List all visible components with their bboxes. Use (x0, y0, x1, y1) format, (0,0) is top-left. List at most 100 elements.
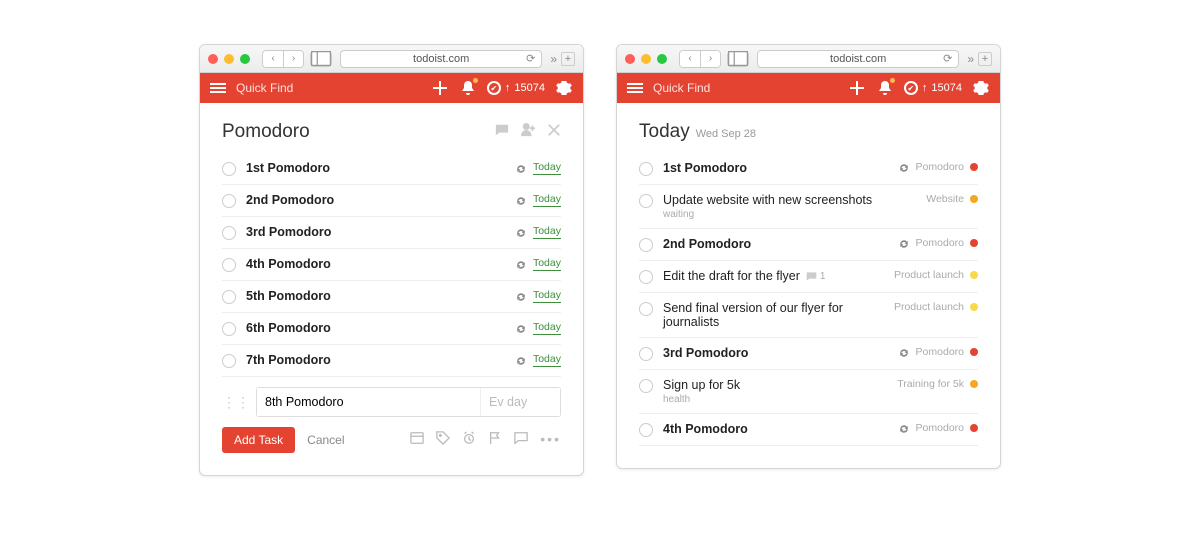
task-checkbox[interactable] (639, 270, 653, 284)
notifications-icon[interactable] (876, 79, 894, 97)
task-date[interactable]: Today (533, 257, 561, 271)
task-checkbox[interactable] (222, 290, 236, 304)
add-task-icon[interactable] (431, 79, 449, 97)
project-color-dot (970, 380, 978, 388)
karma-value: 15074 (514, 82, 545, 94)
priority-icon[interactable] (488, 431, 502, 450)
minimize-window-icon[interactable] (641, 54, 651, 64)
task-date[interactable]: Today (533, 225, 561, 239)
add-task-icon[interactable] (848, 79, 866, 97)
reload-icon[interactable]: ⟳ (943, 52, 952, 65)
task-date-input[interactable] (480, 388, 560, 416)
editor-actions: Add Task Cancel ••• (222, 427, 561, 453)
comment-icon[interactable] (514, 431, 528, 450)
minimize-window-icon[interactable] (224, 54, 234, 64)
task-row[interactable]: 2nd PomodoroPomodoro (639, 229, 978, 261)
maximize-window-icon[interactable] (657, 54, 667, 64)
task-checkbox[interactable] (222, 194, 236, 208)
task-row[interactable]: 1st PomodoroToday (222, 153, 561, 185)
search-input[interactable]: Quick Find (236, 81, 293, 95)
task-row[interactable]: 2nd PomodoroToday (222, 185, 561, 217)
search-input[interactable]: Quick Find (653, 81, 710, 95)
forward-button[interactable]: › (700, 51, 720, 67)
task-checkbox[interactable] (639, 162, 653, 176)
task-date[interactable]: Today (533, 321, 561, 335)
task-date[interactable]: Today (533, 353, 561, 367)
task-row[interactable]: 6th PomodoroToday (222, 313, 561, 345)
close-window-icon[interactable] (208, 54, 218, 64)
task-checkbox[interactable] (222, 226, 236, 240)
karma-score[interactable]: ✔ ↑ 15074 (487, 81, 545, 95)
overflow-icon[interactable]: » (967, 52, 974, 66)
task-checkbox[interactable] (639, 347, 653, 361)
task-checkbox[interactable] (639, 302, 653, 316)
task-project[interactable]: Product launch (894, 269, 964, 281)
task-date[interactable]: Today (533, 193, 561, 207)
task-project[interactable]: Training for 5k (897, 378, 964, 390)
task-row[interactable]: 3rd PomodoroToday (222, 217, 561, 249)
task-project[interactable]: Pomodoro (916, 422, 964, 434)
more-options-icon[interactable]: ••• (540, 431, 561, 450)
cancel-button[interactable]: Cancel (307, 433, 344, 447)
share-icon[interactable] (521, 123, 535, 142)
new-tab-button[interactable]: + (978, 52, 992, 66)
menu-icon[interactable] (627, 83, 643, 93)
comments-icon[interactable] (495, 123, 509, 142)
back-button[interactable]: ‹ (263, 51, 283, 67)
browser-window-left: ‹ › todoist.com ⟳ » + Quick Find ✔ ↑ 150… (199, 44, 584, 476)
settings-icon[interactable] (555, 79, 573, 97)
url-bar[interactable]: todoist.com ⟳ (340, 50, 542, 68)
more-icon[interactable] (547, 123, 561, 142)
comment-count[interactable]: 1 (806, 271, 826, 282)
task-name-input[interactable] (257, 388, 480, 416)
task-project[interactable]: Product launch (894, 301, 964, 313)
overflow-icon[interactable]: » (550, 52, 557, 66)
close-window-icon[interactable] (625, 54, 635, 64)
task-checkbox[interactable] (639, 238, 653, 252)
task-row[interactable]: Update website with new screenshotswaiti… (639, 185, 978, 229)
task-project[interactable]: Website (926, 193, 964, 205)
task-checkbox[interactable] (222, 322, 236, 336)
task-row[interactable]: 3rd PomodoroPomodoro (639, 338, 978, 370)
task-row[interactable]: 4th PomodoroToday (222, 249, 561, 281)
notifications-icon[interactable] (459, 79, 477, 97)
settings-icon[interactable] (972, 79, 990, 97)
back-button[interactable]: ‹ (680, 51, 700, 67)
task-date[interactable]: Today (533, 289, 561, 303)
task-row[interactable]: 5th PomodoroToday (222, 281, 561, 313)
task-checkbox[interactable] (639, 423, 653, 437)
view-header: Today Wed Sep 28 (639, 121, 978, 143)
task-row[interactable]: 1st PomodoroPomodoro (639, 153, 978, 185)
forward-button[interactable]: › (283, 51, 303, 67)
menu-icon[interactable] (210, 83, 226, 93)
task-project[interactable]: Pomodoro (916, 237, 964, 249)
task-row[interactable]: 4th PomodoroPomodoro (639, 414, 978, 446)
task-project[interactable]: Pomodoro (916, 346, 964, 358)
new-tab-button[interactable]: + (561, 52, 575, 66)
sidebar-toggle-button[interactable] (310, 51, 332, 67)
drag-handle-icon[interactable]: ⋮⋮ (222, 394, 250, 411)
sidebar-toggle-button[interactable] (727, 51, 749, 67)
task-row[interactable]: Send final version of our flyer for jour… (639, 293, 978, 338)
task-checkbox[interactable] (222, 354, 236, 368)
project-color-dot (970, 163, 978, 171)
reminder-icon[interactable] (462, 431, 476, 450)
task-checkbox[interactable] (222, 258, 236, 272)
recurring-icon (515, 258, 527, 270)
task-project[interactable]: Pomodoro (916, 161, 964, 173)
maximize-window-icon[interactable] (240, 54, 250, 64)
add-task-button[interactable]: Add Task (222, 427, 295, 453)
task-row[interactable]: 7th PomodoroToday (222, 345, 561, 377)
label-icon[interactable] (436, 431, 450, 450)
task-row[interactable]: Edit the draft for the flyer1Product lau… (639, 261, 978, 293)
task-checkbox[interactable] (222, 162, 236, 176)
task-date[interactable]: Today (533, 161, 561, 175)
project-color-dot (970, 271, 978, 279)
task-row[interactable]: Sign up for 5khealthTraining for 5k (639, 370, 978, 414)
task-checkbox[interactable] (639, 379, 653, 393)
reload-icon[interactable]: ⟳ (526, 52, 535, 65)
task-checkbox[interactable] (639, 194, 653, 208)
project-icon[interactable] (410, 431, 424, 450)
url-bar[interactable]: todoist.com ⟳ (757, 50, 959, 68)
karma-score[interactable]: ✔ ↑ 15074 (904, 81, 962, 95)
